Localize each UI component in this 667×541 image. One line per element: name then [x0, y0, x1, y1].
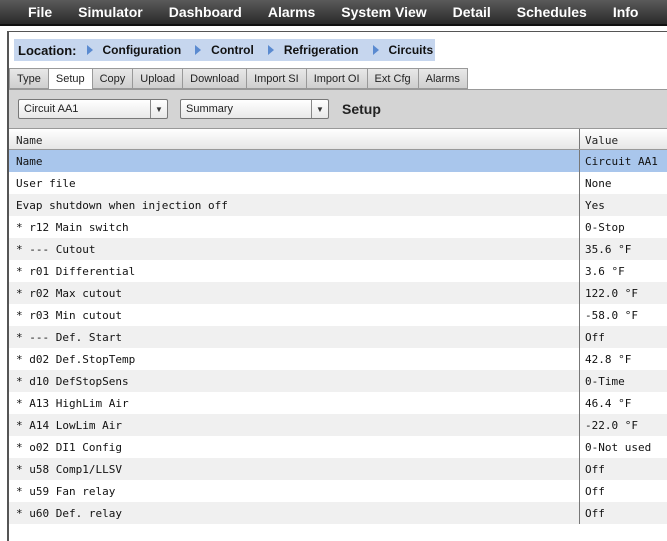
- breadcrumb: Location: Configuration Control Refriger…: [14, 39, 435, 61]
- table-row[interactable]: * u59 Fan relay Off: [9, 480, 667, 502]
- parameter-table: Name Value Name Circuit AA1 User file None E…: [9, 129, 667, 524]
- param-value[interactable]: 0-Time: [579, 370, 667, 392]
- param-value[interactable]: Circuit AA1: [579, 150, 667, 172]
- table-row[interactable]: * r03 Min cutout -58.0 °F: [9, 304, 667, 326]
- table-row[interactable]: * d10 DefStopSens 0-Time: [9, 370, 667, 392]
- arrow-icon: [267, 45, 274, 55]
- param-value[interactable]: Off: [579, 458, 667, 480]
- table-header: Name Value: [9, 129, 667, 150]
- table-row[interactable]: * u60 Def. relay Off: [9, 502, 667, 524]
- param-value[interactable]: 42.8 °F: [579, 348, 667, 370]
- param-name: * u60 Def. relay: [16, 507, 122, 520]
- param-name: * A13 HighLim Air: [16, 397, 129, 410]
- tab-bar: Type Setup Copy Upload Download Import SI Impo…: [9, 68, 468, 90]
- param-name: Name: [16, 155, 43, 168]
- view-select-value: Summary: [186, 103, 234, 115]
- menu-bar: File Simulator Dashboard Alarms System V…: [0, 0, 667, 26]
- table-row[interactable]: * r12 Main switch 0-Stop: [9, 216, 667, 238]
- param-name: * d10 DefStopSens: [16, 375, 129, 388]
- tab-alarms[interactable]: Alarms: [418, 68, 468, 89]
- param-name: * A14 LowLim Air: [16, 419, 122, 432]
- table-row[interactable]: User file None: [9, 172, 667, 194]
- table-row[interactable]: * u58 Comp1/LLSV Off: [9, 458, 667, 480]
- tab-setup[interactable]: Setup: [48, 68, 93, 90]
- tab-type[interactable]: Type: [9, 68, 49, 89]
- param-name: * o02 DI1 Config: [16, 441, 122, 454]
- menu-file[interactable]: File: [28, 4, 52, 20]
- arrow-icon: [372, 45, 379, 55]
- view-select[interactable]: Summary ▼: [180, 99, 329, 119]
- crumb-circuits[interactable]: Circuits: [372, 43, 434, 57]
- column-header-name[interactable]: Name: [9, 129, 579, 149]
- param-name: * d02 Def.StopTemp: [16, 353, 136, 366]
- menu-detail[interactable]: Detail: [453, 4, 491, 20]
- param-name: User file: [16, 177, 76, 190]
- param-value[interactable]: None: [579, 172, 667, 194]
- param-value[interactable]: 122.0 °F: [579, 282, 667, 304]
- param-name: * r01 Differential: [16, 265, 136, 278]
- crumb-configuration[interactable]: Configuration: [86, 43, 182, 57]
- chevron-down-icon[interactable]: ▼: [150, 100, 167, 118]
- arrow-icon: [86, 45, 93, 55]
- tab-upload[interactable]: Upload: [133, 68, 184, 89]
- param-value[interactable]: -58.0 °F: [579, 304, 667, 326]
- tab-download[interactable]: Download: [183, 68, 248, 89]
- circuit-select[interactable]: Circuit AA1 ▼: [18, 99, 168, 119]
- crumb-text: Configuration: [102, 43, 182, 57]
- content-frame: Location: Configuration Control Refriger…: [7, 31, 667, 541]
- circuit-select-value: Circuit AA1: [24, 103, 79, 115]
- param-name: * --- Cutout: [16, 243, 96, 256]
- param-value[interactable]: 46.4 °F: [579, 392, 667, 414]
- param-name: Evap shutdown when injection off: [16, 199, 228, 212]
- table-row[interactable]: * r01 Differential 3.6 °F: [9, 260, 667, 282]
- crumb-refrigeration[interactable]: Refrigeration: [267, 43, 359, 57]
- crumb-control[interactable]: Control: [195, 43, 254, 57]
- tab-copy[interactable]: Copy: [92, 68, 134, 89]
- crumb-text: Circuits: [388, 43, 434, 57]
- param-value[interactable]: Yes: [579, 194, 667, 216]
- param-name: * r03 Min cutout: [16, 309, 122, 322]
- param-value[interactable]: 0-Stop: [579, 216, 667, 238]
- param-name: * r12 Main switch: [16, 221, 129, 234]
- param-name: * --- Def. Start: [16, 331, 122, 344]
- param-name: * u59 Fan relay: [16, 485, 116, 498]
- tab-import-si[interactable]: Import SI: [247, 68, 307, 89]
- table-row[interactable]: Name Circuit AA1: [9, 150, 667, 172]
- chevron-down-icon[interactable]: ▼: [311, 100, 328, 118]
- table-row[interactable]: * A13 HighLim Air 46.4 °F: [9, 392, 667, 414]
- location-label: Location:: [18, 42, 77, 58]
- table-row[interactable]: Evap shutdown when injection off Yes: [9, 194, 667, 216]
- table-row[interactable]: * --- Cutout 35.6 °F: [9, 238, 667, 260]
- menu-system-view[interactable]: System View: [341, 4, 426, 20]
- menu-alarms[interactable]: Alarms: [268, 4, 315, 20]
- column-header-value[interactable]: Value: [579, 129, 667, 149]
- crumb-text: Refrigeration: [283, 43, 359, 57]
- menu-schedules[interactable]: Schedules: [517, 4, 587, 20]
- table-row[interactable]: * d02 Def.StopTemp 42.8 °F: [9, 348, 667, 370]
- menu-dashboard[interactable]: Dashboard: [169, 4, 242, 20]
- table-row[interactable]: * r02 Max cutout 122.0 °F: [9, 282, 667, 304]
- param-value[interactable]: 35.6 °F: [579, 238, 667, 260]
- table-row[interactable]: * A14 LowLim Air -22.0 °F: [9, 414, 667, 436]
- menu-simulator[interactable]: Simulator: [78, 4, 143, 20]
- arrow-icon: [195, 45, 202, 55]
- param-value[interactable]: Off: [579, 326, 667, 348]
- tab-import-oi[interactable]: Import OI: [306, 68, 368, 89]
- table-row[interactable]: * o02 DI1 Config 0-Not used: [9, 436, 667, 458]
- crumb-text: Control: [211, 43, 254, 57]
- tab-ext-cfg[interactable]: Ext Cfg: [367, 68, 419, 89]
- table-row[interactable]: * --- Def. Start Off: [9, 326, 667, 348]
- param-value[interactable]: -22.0 °F: [579, 414, 667, 436]
- param-name: * u58 Comp1/LLSV: [16, 463, 122, 476]
- toolbar: Circuit AA1 ▼ Summary ▼ Setup: [9, 89, 667, 129]
- page-title: Setup: [342, 101, 381, 117]
- param-value[interactable]: Off: [579, 502, 667, 524]
- param-value[interactable]: 0-Not used: [579, 436, 667, 458]
- param-name: * r02 Max cutout: [16, 287, 122, 300]
- param-value[interactable]: 3.6 °F: [579, 260, 667, 282]
- menu-info[interactable]: Info: [613, 4, 639, 20]
- param-value[interactable]: Off: [579, 480, 667, 502]
